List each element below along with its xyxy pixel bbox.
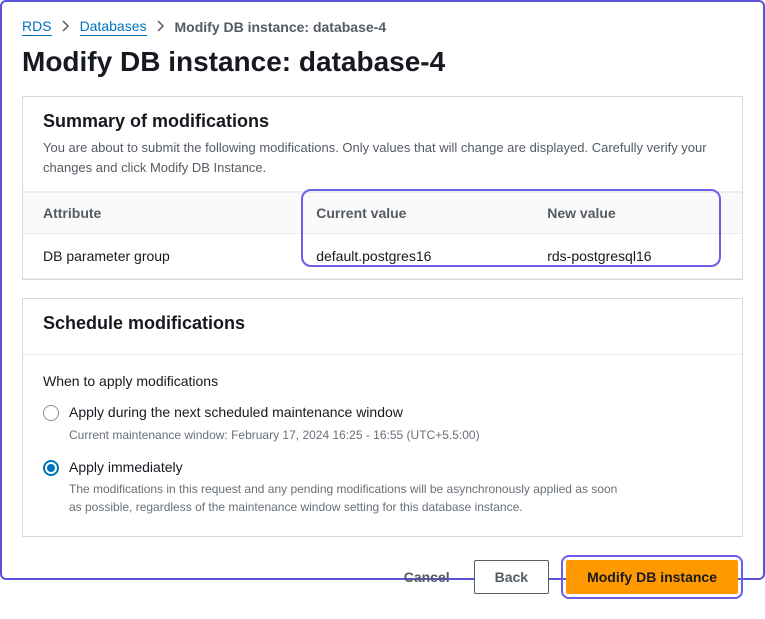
- schedule-title: Schedule modifications: [43, 313, 722, 334]
- schedule-legend: When to apply modifications: [43, 373, 722, 389]
- radio-label: Apply during the next scheduled maintena…: [69, 403, 480, 423]
- radio-option-maintenance[interactable]: Apply during the next scheduled maintena…: [43, 403, 722, 444]
- table-row: DB parameter group default.postgres16 rd…: [23, 234, 742, 279]
- button-row: Cancel Back Modify DB instance: [22, 555, 743, 599]
- cell-current: default.postgres16: [296, 234, 527, 279]
- summary-title: Summary of modifications: [43, 111, 722, 132]
- modifications-table: Attribute Current value New value DB par…: [23, 192, 742, 279]
- radio-icon: [43, 405, 59, 421]
- breadcrumb-root[interactable]: RDS: [22, 18, 52, 36]
- cell-attribute: DB parameter group: [23, 234, 296, 279]
- page-title: Modify DB instance: database-4: [22, 46, 743, 78]
- col-attribute: Attribute: [23, 193, 296, 234]
- cell-new: rds-postgresql16: [527, 234, 742, 279]
- modify-db-instance-button[interactable]: Modify DB instance: [566, 560, 738, 594]
- summary-panel: Summary of modifications You are about t…: [22, 96, 743, 280]
- back-button[interactable]: Back: [474, 560, 549, 594]
- radio-option-immediate[interactable]: Apply immediately The modifications in t…: [43, 458, 722, 517]
- radio-icon: [43, 460, 59, 476]
- col-current: Current value: [296, 193, 527, 234]
- summary-desc: You are about to submit the following mo…: [43, 138, 722, 177]
- chevron-right-icon: [62, 20, 70, 35]
- breadcrumb-databases[interactable]: Databases: [80, 18, 147, 36]
- breadcrumb-current: Modify DB instance: database-4: [175, 19, 387, 35]
- radio-desc: The modifications in this request and an…: [69, 480, 629, 516]
- radio-label: Apply immediately: [69, 458, 629, 478]
- submit-highlight: Modify DB instance: [561, 555, 743, 599]
- cancel-button[interactable]: Cancel: [392, 561, 462, 593]
- schedule-panel: Schedule modifications When to apply mod…: [22, 298, 743, 537]
- radio-desc: Current maintenance window: February 17,…: [69, 426, 480, 444]
- breadcrumb: RDS Databases Modify DB instance: databa…: [22, 18, 743, 36]
- col-new: New value: [527, 193, 742, 234]
- chevron-right-icon: [157, 20, 165, 35]
